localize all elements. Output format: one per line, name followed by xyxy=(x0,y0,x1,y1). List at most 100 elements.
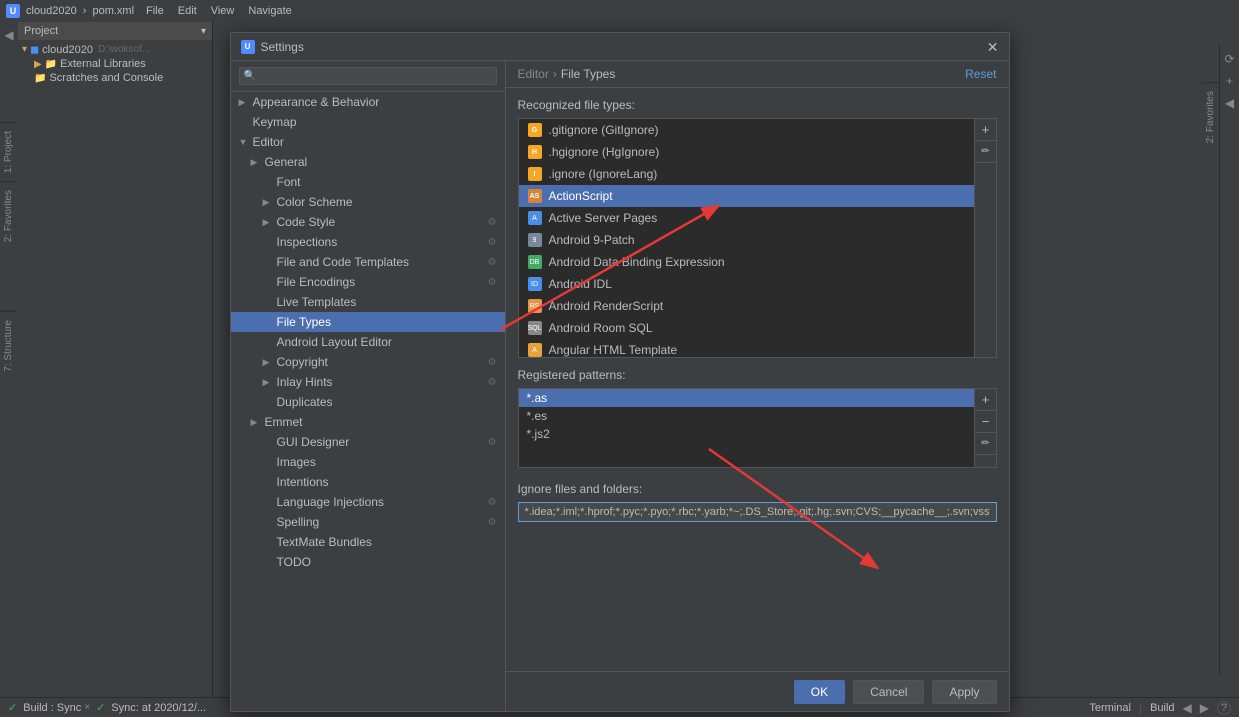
build-tab[interactable]: Build: Sync × xyxy=(23,702,90,714)
ft-item-renderscript[interactable]: RS Android RenderScript xyxy=(519,295,974,317)
nav-item-langinj[interactable]: ▶ Language Injections ⚙ xyxy=(231,492,505,512)
ft-label-idl: Android IDL xyxy=(549,277,612,291)
content-body: Recognized file types: G xyxy=(506,88,1009,671)
patterns-section: Registered patterns: *.as *.es *.js2 + xyxy=(518,368,997,468)
build-bottom-tab[interactable]: Build xyxy=(1150,702,1174,714)
patterns-side-actions: + − ✏ xyxy=(975,388,997,468)
right-icon-arrow[interactable]: ◀ xyxy=(1223,94,1236,112)
ignore-input[interactable] xyxy=(518,502,997,522)
idl-icon: ID xyxy=(528,277,542,291)
gear-icon-li: ⚙ xyxy=(488,497,497,508)
pattern-item-as[interactable]: *.as xyxy=(519,389,974,407)
terminal-tab[interactable]: Terminal xyxy=(1089,702,1131,714)
reset-button[interactable]: Reset xyxy=(965,67,996,81)
ft-label-sql: Android Room SQL xyxy=(549,321,653,335)
nav-item-codestyle[interactable]: ▶ Code Style ⚙ xyxy=(231,212,505,232)
nav-label-fct: File and Code Templates xyxy=(277,255,410,269)
asp-icon: A xyxy=(528,211,542,225)
nav-item-general[interactable]: ▶ General xyxy=(231,152,505,172)
menu-navigate[interactable]: Navigate xyxy=(242,4,297,18)
nav-item-spelling[interactable]: ▶ Spelling ⚙ xyxy=(231,512,505,532)
nav-item-colorscheme[interactable]: ▶ Color Scheme xyxy=(231,192,505,212)
ft-item-hgignore[interactable]: H .hgignore (HgIgnore) xyxy=(519,141,974,163)
nav-item-guidesigner[interactable]: ▶ GUI Designer ⚙ xyxy=(231,432,505,452)
ft-item-android9[interactable]: 9 Android 9-Patch xyxy=(519,229,974,251)
menu-view[interactable]: View xyxy=(205,4,241,18)
gear-icon-copy: ⚙ xyxy=(488,357,497,368)
pattern-remove-button[interactable]: − xyxy=(975,411,997,433)
right-icon-2[interactable]: + xyxy=(1224,72,1235,90)
nav-item-emmet[interactable]: ▶ Emmet xyxy=(231,412,505,432)
gear-icon-ih: ⚙ xyxy=(488,377,497,388)
gear-icon-fe: ⚙ xyxy=(488,277,497,288)
nav-label-lt: Live Templates xyxy=(277,295,357,309)
ft-icon-android9: 9 xyxy=(527,232,543,248)
nav-search-area: 🔍 xyxy=(231,61,505,92)
close-button[interactable]: ✕ xyxy=(987,40,999,54)
cancel-button[interactable]: Cancel xyxy=(853,680,924,704)
pattern-add-button[interactable]: + xyxy=(975,389,997,411)
pattern-item-es[interactable]: *.es xyxy=(519,407,974,425)
pattern-edit-button[interactable]: ✏ xyxy=(975,433,997,455)
nav-item-fileenc[interactable]: ▶ File Encodings ⚙ xyxy=(231,272,505,292)
nav-label-fe: File Encodings xyxy=(277,275,356,289)
nav-item-inlayhints[interactable]: ▶ Inlay Hints ⚙ xyxy=(231,372,505,392)
nav-item-copyright[interactable]: ▶ Copyright ⚙ xyxy=(231,352,505,372)
search-input[interactable] xyxy=(239,67,497,85)
ft-icon-gitignore: G xyxy=(527,122,543,138)
ide-separator: › xyxy=(83,5,87,17)
arrow-ih: ▶ xyxy=(263,377,273,388)
ft-item-actionscript[interactable]: AS ActionScript xyxy=(519,185,974,207)
arrow-icon-gen: ▶ xyxy=(251,157,261,168)
ft-edit-button[interactable]: ✏ xyxy=(975,141,997,163)
nav-prev-icon[interactable]: ◀ xyxy=(1183,701,1192,715)
nav-next-icon[interactable]: ▶ xyxy=(1200,701,1209,715)
dialog-footer: OK Cancel Apply xyxy=(506,671,1009,711)
ide-menu: File Edit View Navigate xyxy=(140,4,298,18)
ft-item-gitignore[interactable]: G .gitignore (GitIgnore) xyxy=(519,119,974,141)
nav-item-keymap[interactable]: ▶ Keymap xyxy=(231,112,505,132)
ft-item-databinding[interactable]: DB Android Data Binding Expression xyxy=(519,251,974,273)
dialog-title: Settings xyxy=(261,40,304,54)
ft-item-ignore[interactable]: I .ignore (IgnoreLang) xyxy=(519,163,974,185)
nav-item-appearance[interactable]: ▶ Appearance & Behavior xyxy=(231,92,505,112)
menu-edit[interactable]: Edit xyxy=(172,4,203,18)
nav-tree: ▶ Appearance & Behavior ▶ Keymap ▼ xyxy=(231,92,505,711)
nav-item-font[interactable]: ▶ Font xyxy=(231,172,505,192)
nav-item-livetpl[interactable]: ▶ Live Templates xyxy=(231,292,505,312)
nav-item-textmate[interactable]: ▶ TextMate Bundles xyxy=(231,532,505,552)
ide-icon: U xyxy=(6,4,20,18)
ok-button[interactable]: OK xyxy=(794,680,845,704)
ft-list-inner: G .gitignore (GitIgnore) H xyxy=(519,119,974,357)
nav-panel: 🔍 ▶ Appearance & Behavior xyxy=(231,61,506,711)
v-label-favorites[interactable]: 2: Favorites xyxy=(1202,82,1219,151)
right-icon-1[interactable]: ⟳ xyxy=(1222,50,1236,68)
search-wrapper: 🔍 xyxy=(239,67,497,85)
pattern-item-js2[interactable]: *.js2 xyxy=(519,425,974,443)
apply-button[interactable]: Apply xyxy=(932,680,996,704)
ft-add-button[interactable]: + xyxy=(975,119,997,141)
help-icon[interactable]: ? xyxy=(1217,701,1231,715)
nav-item-todo[interactable]: ▶ TODO xyxy=(231,552,505,572)
sync-close[interactable]: × xyxy=(84,702,90,713)
menu-file[interactable]: File xyxy=(140,4,170,18)
gear-icon-sp: ⚙ xyxy=(488,517,497,528)
nav-item-images[interactable]: ▶ Images xyxy=(231,452,505,472)
nav-item-intentions[interactable]: ▶ Intentions xyxy=(231,472,505,492)
nav-item-duplicates[interactable]: ▶ Duplicates xyxy=(231,392,505,412)
nav-label: Appearance & Behavior xyxy=(253,95,380,109)
nav-label-copy: Copyright xyxy=(277,355,328,369)
search-icon: 🔍 xyxy=(244,71,256,82)
ft-item-androididl[interactable]: ID Android IDL xyxy=(519,273,974,295)
ft-item-asp[interactable]: A Active Server Pages xyxy=(519,207,974,229)
ft-item-roomsql[interactable]: SQL Android Room SQL xyxy=(519,317,974,339)
nav-item-editor[interactable]: ▼ Editor xyxy=(231,132,505,152)
nav-label-int: Intentions xyxy=(277,475,329,489)
breadcrumb-parent: Editor xyxy=(518,67,549,81)
nav-item-inspections[interactable]: ▶ Inspections ⚙ xyxy=(231,232,505,252)
ft-item-angularhtml[interactable]: A Angular HTML Template xyxy=(519,339,974,357)
sql-icon: SQL xyxy=(528,321,542,335)
nav-item-filecodetpl[interactable]: ▶ File and Code Templates ⚙ xyxy=(231,252,505,272)
nav-item-filetypes[interactable]: ▶ File Types xyxy=(231,312,505,332)
nav-item-android-le[interactable]: ▶ Android Layout Editor xyxy=(231,332,505,352)
